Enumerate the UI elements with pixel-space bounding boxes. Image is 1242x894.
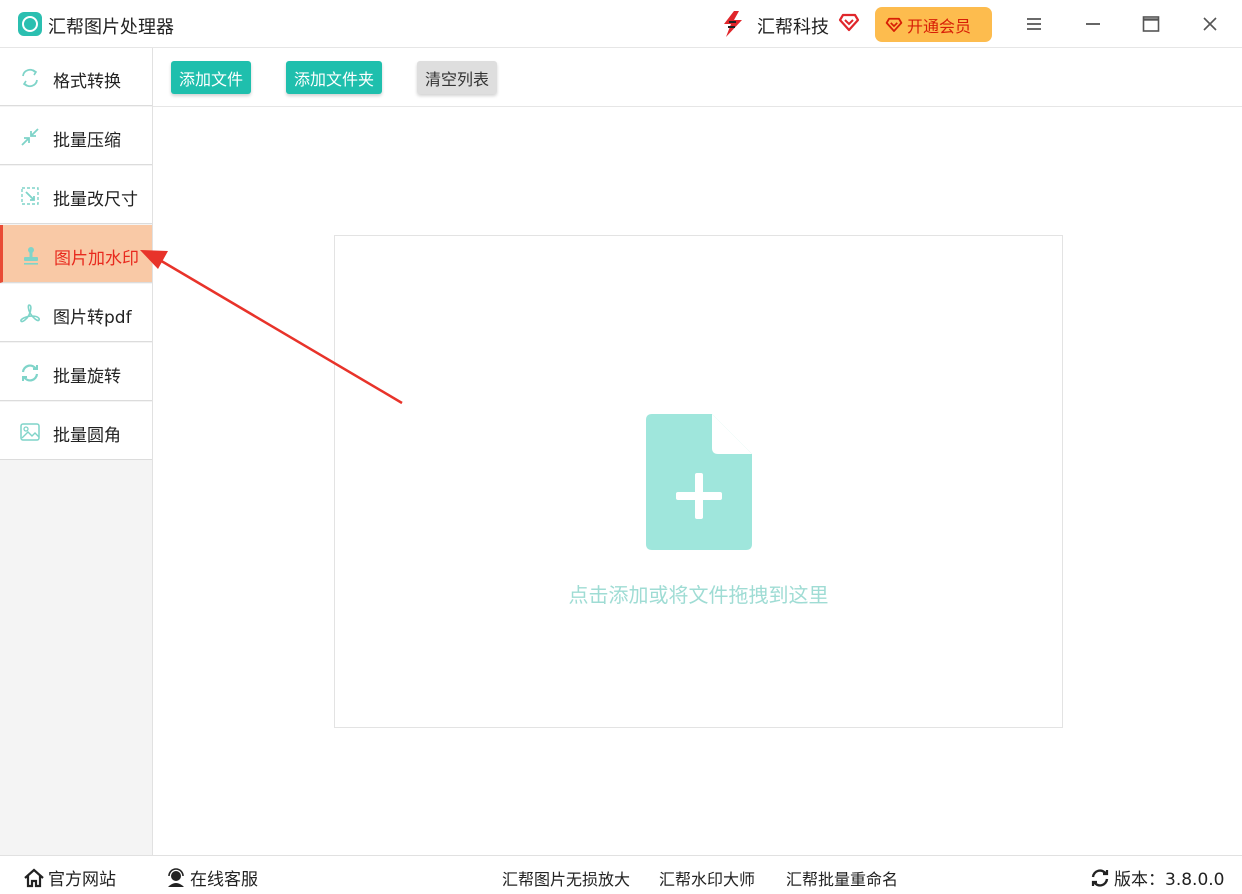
official-website-label: 官方网站 [48, 870, 116, 890]
sidebar-item-round-corner[interactable]: 批量圆角 [0, 402, 152, 460]
close-icon [1203, 17, 1217, 31]
vip-upgrade-button[interactable]: 开通会员 [875, 7, 992, 42]
resize-icon [19, 185, 41, 207]
sidebar-item-label: 批量旋转 [53, 367, 121, 387]
online-support-label: 在线客服 [190, 870, 258, 890]
sidebar-item-label: 批量改尺寸 [53, 190, 138, 210]
sidebar-item-compress[interactable]: 批量压缩 [0, 107, 152, 165]
watermark-stamp-icon [20, 244, 42, 266]
clear-list-button[interactable]: 清空列表 [417, 61, 497, 94]
format-convert-icon [19, 67, 41, 89]
add-file-icon [646, 414, 752, 550]
sidebar-item-watermark[interactable]: 图片加水印 [0, 225, 152, 283]
app-logo-icon [18, 12, 42, 36]
maximize-icon [1142, 16, 1160, 32]
sidebar-item-label: 批量圆角 [53, 426, 121, 446]
rounded-image-icon [19, 421, 41, 443]
version-info[interactable]: 版本：3.8.0.0 [1090, 865, 1224, 890]
minimize-icon [1086, 23, 1100, 25]
official-website-link[interactable]: 官方网站 [24, 865, 116, 890]
sidebar-item-label: 批量压缩 [53, 131, 121, 151]
diamond-heart-icon [885, 17, 903, 32]
diamond-heart-icon[interactable] [838, 12, 860, 32]
sidebar-item-label: 格式转换 [53, 72, 121, 92]
file-drop-zone[interactable]: 点击添加或将文件拖拽到这里 [334, 235, 1063, 728]
menu-button[interactable] [1022, 12, 1046, 36]
sidebar-item-label: 图片加水印 [54, 249, 139, 269]
rotate-icon [19, 362, 41, 384]
sidebar: 格式转换 批量压缩 批量改尺寸 图片加水印 图片转pdf 批量旋转 批量圆角 [0, 48, 153, 855]
compress-icon [19, 126, 41, 148]
refresh-icon [1091, 868, 1109, 887]
app-title: 汇帮图片处理器 [48, 17, 174, 38]
title-bar: 汇帮图片处理器 汇帮科技 开通会员 [0, 0, 1242, 48]
sidebar-item-format-convert[interactable]: 格式转换 [0, 48, 152, 106]
online-support-link[interactable]: 在线客服 [166, 865, 258, 890]
pdf-icon [19, 303, 41, 325]
vip-upgrade-label: 开通会员 [907, 16, 972, 36]
customer-service-icon [168, 867, 184, 887]
close-button[interactable] [1198, 12, 1222, 36]
version-label: 版本：3.8.0.0 [1114, 870, 1225, 890]
footer: 官方网站 在线客服 汇帮图片无损放大 汇帮水印大师 汇帮批量重命名 版本：3.8… [0, 855, 1242, 894]
sidebar-item-rotate[interactable]: 批量旋转 [0, 343, 152, 401]
brand-logo-icon [724, 11, 742, 37]
sidebar-item-to-pdf[interactable]: 图片转pdf [0, 284, 152, 342]
product-link-rename[interactable]: 汇帮批量重命名 [786, 866, 898, 890]
home-icon [24, 868, 44, 887]
brand-name: 汇帮科技 [757, 17, 829, 38]
annotation-arrow [140, 250, 403, 405]
maximize-button[interactable] [1139, 12, 1163, 36]
sidebar-item-label: 图片转pdf [53, 308, 132, 328]
add-file-button[interactable]: 添加文件 [171, 61, 251, 94]
sidebar-item-resize[interactable]: 批量改尺寸 [0, 166, 152, 224]
product-link-upscale[interactable]: 汇帮图片无损放大 [502, 866, 630, 890]
product-link-watermark[interactable]: 汇帮水印大师 [659, 866, 755, 890]
menu-icon [1027, 18, 1041, 30]
drop-zone-hint: 点击添加或将文件拖拽到这里 [568, 583, 829, 607]
minimize-button[interactable] [1081, 12, 1105, 36]
toolbar: 添加文件 添加文件夹 清空列表 [153, 48, 1242, 107]
add-folder-button[interactable]: 添加文件夹 [286, 61, 382, 94]
